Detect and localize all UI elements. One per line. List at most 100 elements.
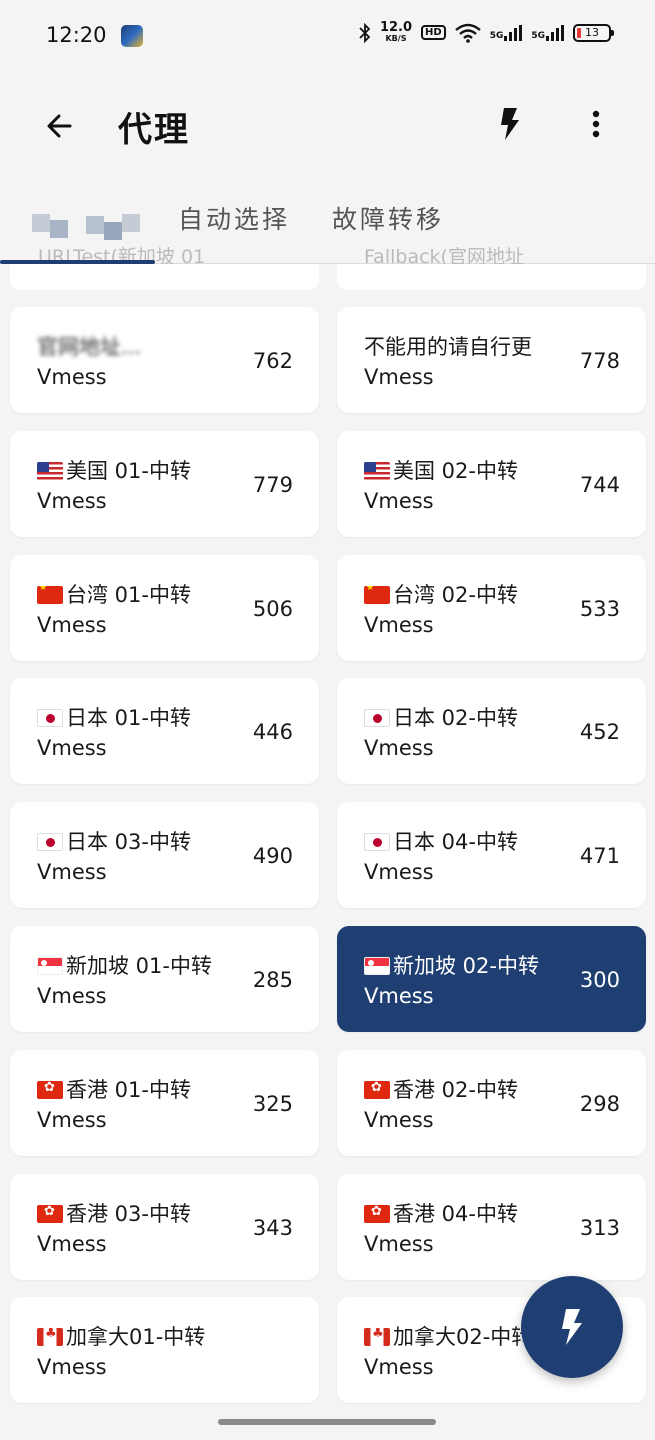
proxy-card[interactable]: 香港 04-中转 Vmess 313 [337,1173,646,1280]
proxy-card[interactable]: 香港 01-中转 Vmess 325 [10,1049,319,1156]
proxy-type: Vmess [364,1355,434,1380]
proxy-card[interactable]: 香港 02-中转 Vmess 298 [337,1049,646,1156]
proxy-type: Vmess [37,860,107,885]
proxy-card[interactable]: 美国 02-中转 Vmess 744 [337,430,646,537]
proxy-card[interactable]: 台湾 01-中转 Vmess 506 [10,554,319,661]
proxy-delay: 762 [252,349,293,373]
hd-icon: HD [421,25,446,40]
proxy-name: 新加坡 01-中转 [37,950,212,980]
network-speed: 12.0 KB/S [379,20,413,43]
proxy-type: Vmess [37,612,107,637]
proxy-type: Vmess [37,1231,107,1256]
proxy-delay: 298 [579,1091,620,1116]
proxy-type: Vmess [37,1355,107,1380]
more-options-icon[interactable] [578,104,614,144]
flag-hk-icon [364,1080,390,1099]
flag-us-icon [364,461,390,480]
proxy-name: 日本 02-中转 [364,702,518,732]
proxy-name: 日本 01-中转 [37,702,191,732]
proxy-card[interactable]: 官网地址... Vmess 762 [10,307,319,413]
proxy-card[interactable]: 日本 02-中转 Vmess 452 [337,678,646,785]
proxy-delay: 452 [579,720,620,745]
proxy-delay: 744 [579,472,620,497]
proxy-card[interactable]: 加拿大01-中转 Vmess [10,1297,319,1404]
proxy-delay: 533 [579,596,620,621]
proxy-name: 香港 03-中转 [37,1198,191,1228]
proxy-name: 美国 01-中转 [37,455,191,485]
proxy-list: 官网地址... Vmess 762 不能用的请自行更 Vmess 778 美国 01-中转 V… [0,264,655,1404]
flag-jp-icon [37,833,63,852]
page-title: 代理 [118,110,190,150]
proxy-card[interactable]: 香港 03-中转 Vmess 343 [10,1173,319,1280]
proxy-delay: 778 [579,349,620,373]
bluetooth-icon [359,22,371,43]
group-tabs: URLTest(新加坡 01 自动选择 故障转移 Fallback(官网地址 [0,186,655,268]
proxy-delay: 313 [579,1215,620,1240]
status-time: 12:20 [46,23,107,47]
proxy-type: Vmess [37,488,107,513]
proxy-delay: 285 [252,968,293,992]
flag-jp-icon [37,709,63,728]
proxy-card[interactable]: 新加坡 02-中转 Vmess 300 [337,926,646,1032]
tab-urltest[interactable] [22,200,140,240]
status-icons: 12.0 KB/S HD 5G 5G 13 [359,20,614,43]
proxy-card[interactable]: 台湾 02-中转 Vmess 533 [337,554,646,661]
proxy-delay: 779 [252,472,293,497]
partial-card [337,264,646,290]
proxy-card[interactable]: 新加坡 01-中转 Vmess 285 [10,926,319,1032]
flag-sg-icon [37,957,63,975]
proxy-delay: 300 [579,968,620,992]
proxy-name: 香港 04-中转 [364,1198,518,1228]
flag-us-icon [37,461,63,480]
home-indicator [218,1419,436,1425]
proxy-card[interactable]: 日本 01-中转 Vmess 446 [10,678,319,785]
partial-card [10,264,319,290]
flag-hk-icon [364,1204,390,1223]
status-bar: 12:20 12.0 KB/S HD 5G 5G 13 [0,0,655,72]
proxy-card[interactable]: 美国 01-中转 Vmess 779 [10,430,319,537]
proxy-type: Vmess [364,860,434,885]
wifi-icon [454,23,481,43]
app-bar: 代理 [0,80,655,170]
proxy-name: 日本 04-中转 [364,826,518,856]
proxy-name: 不能用的请自行更 [364,335,532,359]
signal-icon-2: 5G [531,24,564,41]
proxy-type: Vmess [364,1231,434,1256]
app-notification-icon [121,25,143,47]
tab-auto-select[interactable]: 自动选择 [178,200,290,236]
proxy-type: Vmess [37,984,107,1008]
proxy-name: 台湾 02-中转 [364,579,518,609]
proxy-name: 日本 03-中转 [37,826,191,856]
proxy-delay: 325 [252,1091,293,1116]
proxy-type: Vmess [364,736,434,761]
flag-jp-icon [364,709,390,728]
proxy-name: 官网地址... [37,335,142,359]
flag-ca-icon [37,1328,63,1347]
proxy-delay: 506 [252,596,293,621]
proxy-type: Vmess [37,1107,107,1132]
proxy-name: 香港 02-中转 [364,1074,518,1104]
proxy-name: 美国 02-中转 [364,455,518,485]
proxy-delay: 446 [252,720,293,745]
flag-hk-icon [37,1204,63,1223]
proxy-name: 加拿大01-中转 [37,1321,205,1351]
flag-cn-icon [364,585,390,604]
flag-sg-icon [364,957,390,975]
back-arrow-icon[interactable] [38,104,82,148]
latency-test-button[interactable] [521,1276,623,1378]
proxy-name: 香港 01-中转 [37,1074,191,1104]
flag-cn-icon [37,585,63,604]
lightning-bolt-icon [562,1309,582,1345]
battery-icon: 13 [573,23,614,42]
signal-icon-1: 5G [490,24,523,41]
proxy-delay: 343 [252,1215,293,1240]
proxy-delay: 471 [579,844,620,869]
tab-fallback[interactable]: 故障转移 [332,200,444,236]
speed-test-bolt-icon[interactable] [490,104,530,144]
proxy-type: Vmess [364,365,434,389]
proxy-card[interactable]: 日本 04-中转 Vmess 471 [337,802,646,909]
proxy-type: Vmess [37,736,107,761]
flag-ca-icon [364,1328,390,1347]
proxy-card[interactable]: 不能用的请自行更 Vmess 778 [337,307,646,413]
proxy-card[interactable]: 日本 03-中转 Vmess 490 [10,802,319,909]
